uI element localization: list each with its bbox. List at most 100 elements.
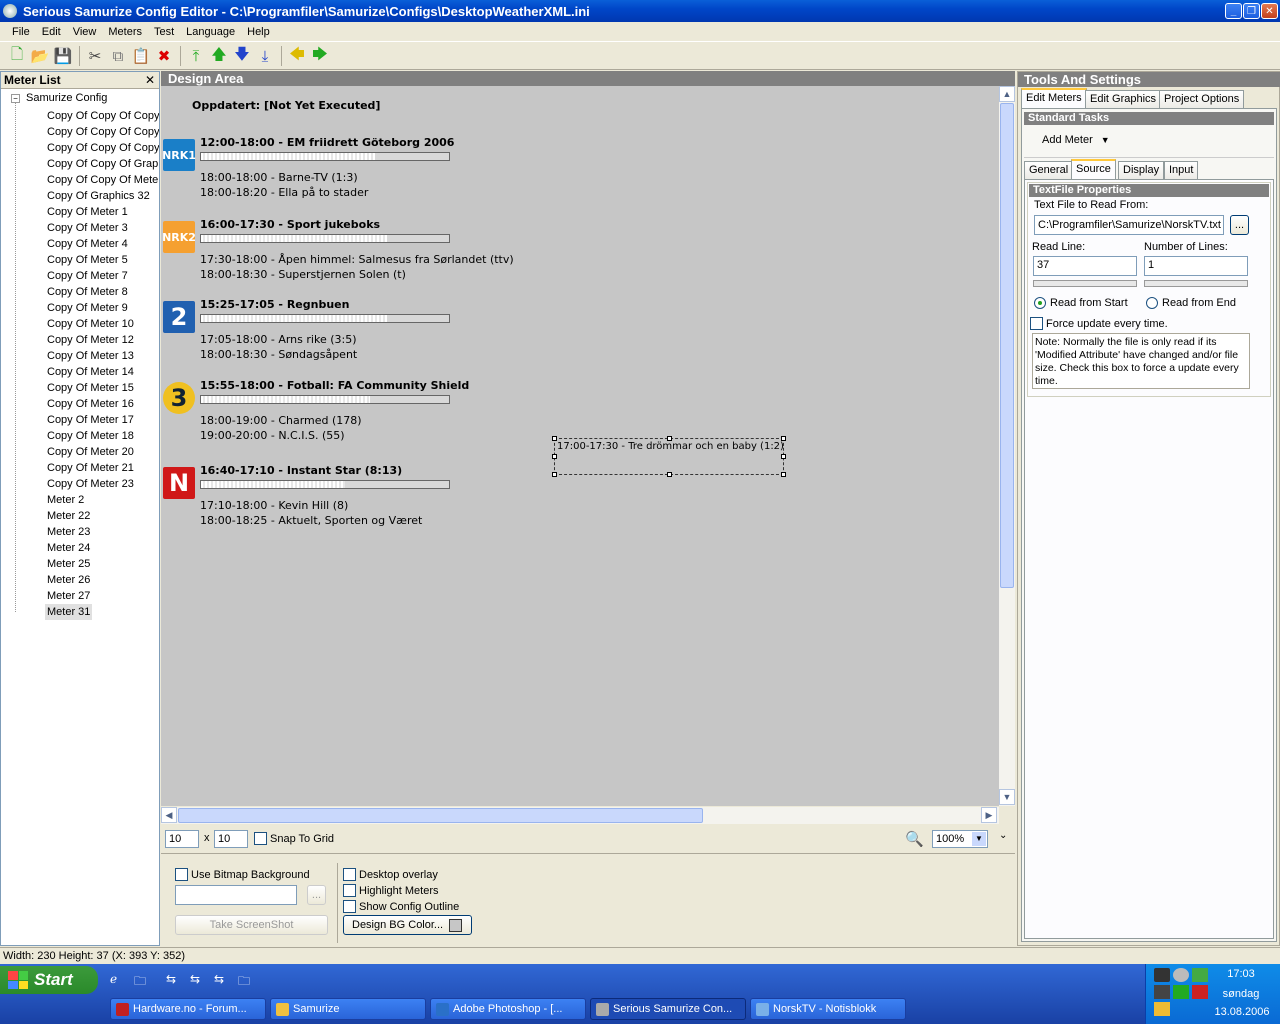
tree-item[interactable]: Meter 31	[45, 604, 93, 620]
tree-item[interactable]: Meter 22	[45, 508, 92, 524]
channel-next-line[interactable]: 18:00-18:20 - Ella på to stader	[200, 186, 368, 199]
paste-icon[interactable]: 📋	[130, 45, 152, 67]
progress-bar[interactable]	[200, 234, 450, 243]
radio-button[interactable]	[1146, 297, 1158, 309]
tray-icon[interactable]	[1173, 968, 1189, 982]
checkbox-box[interactable]	[343, 868, 356, 881]
network-icon[interactable]: ⇆	[214, 972, 230, 986]
tree-item[interactable]: Copy Of Meter 1	[45, 204, 130, 220]
checkbox-box[interactable]	[1030, 317, 1043, 330]
new-file-icon[interactable]: 🗋	[6, 45, 28, 67]
number-of-lines-input[interactable]: 1	[1144, 256, 1248, 276]
collapse-icon[interactable]: −	[11, 93, 20, 103]
tree-item[interactable]: Copy Of Copy Of Copy	[45, 108, 159, 124]
menu-language[interactable]: Language	[180, 26, 241, 38]
force-update-checkbox[interactable]: Force update every time.	[1030, 317, 1168, 330]
take-screenshot-button[interactable]: Take ScreenShot	[175, 915, 328, 935]
read-from-end-radio[interactable]: Read from End	[1146, 297, 1236, 309]
channel-next-line[interactable]: 17:05-18:00 - Arns rike (3:5)	[200, 333, 357, 346]
ie-icon[interactable]: ℯ	[110, 972, 126, 986]
menu-test[interactable]: Test	[148, 26, 180, 38]
tree-item[interactable]: Meter 24	[45, 540, 92, 556]
arrow-left-icon[interactable]: 🡄	[286, 45, 308, 67]
close-icon[interactable]: ✕	[145, 73, 155, 87]
highlight-meters-checkbox[interactable]: Highlight Meters	[343, 884, 438, 897]
save-icon[interactable]: 💾	[52, 45, 74, 67]
tab-edit-graphics[interactable]: Edit Graphics	[1085, 90, 1162, 108]
add-meter-button[interactable]: Add Meter ▼	[1042, 134, 1110, 146]
menu-file[interactable]: File	[6, 26, 36, 38]
read-line-slider[interactable]	[1033, 280, 1137, 287]
channel-logo-icon[interactable]: 2	[163, 301, 195, 333]
tab-edit-meters[interactable]: Edit Meters	[1021, 88, 1087, 108]
channel-next-line[interactable]: 18:00-19:00 - Charmed (178)	[200, 414, 362, 427]
tree-item[interactable]: Meter 2	[45, 492, 86, 508]
resize-handle[interactable]	[552, 436, 557, 441]
tab-input[interactable]: Input	[1164, 161, 1199, 179]
chevron-down-icon[interactable]: ▼	[972, 832, 986, 846]
horizontal-scrollbar[interactable]: ◀ ▶	[161, 807, 999, 824]
folder-icon[interactable]: 🗀	[238, 972, 254, 988]
tray-icon[interactable]	[1173, 985, 1189, 999]
updated-label[interactable]: Oppdatert: [Not Yet Executed]	[192, 99, 380, 112]
show-config-outline-checkbox[interactable]: Show Config Outline	[343, 900, 459, 913]
read-line-input[interactable]: 37	[1033, 256, 1137, 276]
tree-item[interactable]: Meter 26	[45, 572, 92, 588]
tab-source[interactable]: Source	[1071, 159, 1116, 179]
channel-now-title[interactable]: 16:00-17:30 - Sport jukeboks	[200, 218, 380, 231]
tree-item[interactable]: Copy Of Meter 20	[45, 444, 136, 460]
start-button[interactable]: Start	[0, 966, 98, 994]
tree-item[interactable]: Copy Of Copy Of Copy	[45, 140, 159, 156]
channel-logo-icon[interactable]: 3	[163, 382, 195, 414]
tree-item[interactable]: Copy Of Copy Of Graph	[45, 156, 159, 172]
resize-handle[interactable]	[781, 472, 786, 477]
progress-bar[interactable]	[200, 152, 450, 161]
checkbox-box[interactable]	[254, 832, 267, 845]
design-canvas[interactable]: Oppdatert: [Not Yet Executed] NRK1 12:00-…	[161, 86, 999, 806]
resize-handle[interactable]	[667, 472, 672, 477]
move-down-icon[interactable]: 🡇	[231, 45, 253, 67]
menu-meters[interactable]: Meters	[102, 26, 148, 38]
number-of-lines-slider[interactable]	[1144, 280, 1248, 287]
checkbox-box[interactable]	[343, 884, 356, 897]
browse-file-button[interactable]: ...	[1230, 215, 1249, 235]
zoom-select[interactable]: 100% ▼	[932, 830, 988, 848]
tray-icon[interactable]	[1154, 968, 1170, 982]
folder-icon[interactable]: 🗀	[134, 972, 150, 988]
radio-button[interactable]	[1034, 297, 1046, 309]
network-icon[interactable]: ⇆	[190, 972, 206, 986]
read-from-start-radio[interactable]: Read from Start	[1034, 297, 1128, 309]
channel-next-line[interactable]: 18:00-18:00 - Barne-TV (1:3)	[200, 171, 358, 184]
file-path-input[interactable]: C:\Programfiler\Samurize\NorskTV.txt	[1034, 215, 1224, 235]
move-bottom-icon[interactable]: ⤓	[254, 45, 276, 67]
tree-item[interactable]: Copy Of Meter 18	[45, 428, 136, 444]
channel-now-title[interactable]: 16:40-17:10 - Instant Star (8:13)	[200, 464, 402, 477]
design-bg-color-button[interactable]: Design BG Color...	[343, 915, 472, 935]
vertical-scrollbar[interactable]: ▲ ▼	[999, 86, 1015, 806]
tree-item[interactable]: Meter 23	[45, 524, 92, 540]
tree-item[interactable]: Copy Of Graphics 32	[45, 188, 152, 204]
tab-display[interactable]: Display	[1118, 161, 1165, 179]
tree-item[interactable]: Copy Of Meter 8	[45, 284, 130, 300]
browse-bitmap-button[interactable]: ...	[307, 885, 326, 905]
tab-general[interactable]: General	[1024, 161, 1074, 179]
tray-icon[interactable]	[1192, 985, 1208, 999]
move-up-icon[interactable]: 🡅	[208, 45, 230, 67]
tree-item[interactable]: Copy Of Copy Of Meter	[45, 172, 159, 188]
scroll-right-icon[interactable]: ▶	[981, 807, 997, 823]
progress-bar[interactable]	[200, 395, 450, 404]
copy-icon[interactable]: ⧉	[107, 45, 129, 67]
taskbar-button[interactable]: NorskTV - Notisblokk	[750, 998, 906, 1020]
tab-project-options[interactable]: Project Options	[1159, 90, 1245, 108]
checkbox-box[interactable]	[343, 900, 356, 913]
tree-item[interactable]: Copy Of Meter 3	[45, 220, 130, 236]
taskbar-button[interactable]: Serious Samurize Con...	[590, 998, 746, 1020]
chevron-down-icon[interactable]: ▼	[1101, 135, 1110, 145]
snap-to-grid-checkbox[interactable]: Snap To Grid	[254, 832, 334, 845]
channel-next-line[interactable]: 19:00-20:00 - N.C.I.S. (55)	[200, 429, 345, 442]
cut-icon[interactable]: ✂	[84, 45, 106, 67]
tray-icon[interactable]	[1192, 968, 1208, 982]
channel-now-title[interactable]: 15:25-17:05 - Regnbuen	[200, 298, 349, 311]
clock-time[interactable]: 17:03	[1208, 968, 1274, 980]
scroll-thumb[interactable]	[1000, 103, 1014, 588]
